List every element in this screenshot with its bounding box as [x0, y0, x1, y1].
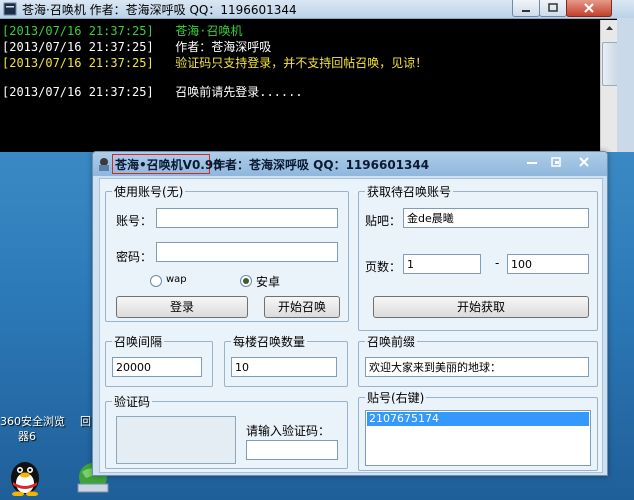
- console-line: [2013/07/16 21:37:25] 召唤前请先登录......: [2, 84, 303, 100]
- desktop-icon-label: 器6: [18, 430, 36, 443]
- username-label: 账号：: [116, 214, 153, 228]
- accounts-listbox[interactable]: 2107675174: [365, 410, 591, 466]
- console-maximize-button[interactable]: [539, 0, 567, 17]
- console-line: [2013/07/16 21:37:25] 作者：苍海深呼吸: [2, 39, 271, 55]
- scroll-up-arrow-icon[interactable]: [601, 20, 618, 36]
- app-logo-icon: [99, 158, 109, 171]
- start-fetch-button[interactable]: 开始获取: [373, 296, 589, 318]
- summon-interval-input[interactable]: 20000: [112, 357, 202, 377]
- console-line-timestamp: [2013/07/16 21:37:25]: [2, 85, 154, 99]
- fetch-accounts-group: 获取待召唤账号 贴吧： 金de晨曦 页数： 1 - 100 开始获取: [358, 183, 598, 331]
- list-item[interactable]: 2107675174: [367, 412, 589, 426]
- console-scroll-thumb[interactable]: [602, 42, 618, 86]
- radio-android-label: 安卓: [256, 275, 281, 289]
- accounts-list-title: 贴号(右键): [365, 389, 427, 406]
- console-line-timestamp: [2013/07/16 21:37:25]: [2, 24, 154, 38]
- close-icon: [584, 3, 594, 13]
- pages-label: 页数：: [365, 260, 402, 274]
- account-group-title: 使用账号(无): [112, 183, 186, 200]
- desktop-icon-label: 回: [80, 415, 91, 428]
- qq-penguin-icon[interactable]: [6, 456, 44, 496]
- login-button[interactable]: 登录: [116, 296, 248, 318]
- per-floor-count-input[interactable]: 10: [231, 357, 337, 377]
- app-title: 苍海•召唤机V0.95: [115, 158, 222, 172]
- tieba-input[interactable]: 金de晨曦: [403, 208, 589, 228]
- summoner-app-window: 苍海•召唤机V0.95 作者：苍海深呼吸 QQ：1196601344 使用账号(…: [92, 151, 608, 476]
- summon-prefix-group: 召唤前缀 欢迎大家来到美丽的地球：: [358, 333, 598, 387]
- summon-prefix-input[interactable]: 欢迎大家来到美丽的地球：: [365, 357, 589, 377]
- console-line-text: 验证码只支持登录，并不支持回帖召唤，见谅！: [175, 56, 428, 70]
- page-from-input[interactable]: 1: [403, 254, 481, 274]
- console-line-text: 召唤前请先登录......: [175, 85, 303, 99]
- fetch-accounts-group-title: 获取待召唤账号: [365, 183, 454, 200]
- captcha-prompt-label: 请输入验证码：: [246, 424, 331, 438]
- tieba-label: 贴吧：: [365, 214, 402, 228]
- username-input[interactable]: [156, 208, 338, 228]
- console-line-text: 苍海·召唤机: [175, 24, 243, 38]
- maximize-icon: [548, 3, 558, 12]
- password-label: 密码：: [116, 250, 153, 264]
- app-client-area: 使用账号(无) 账号： 密码： wap 安卓 登录 开始召唤 获取待召唤账号 贴…: [99, 178, 603, 473]
- summon-prefix-title: 召唤前缀: [365, 333, 418, 350]
- console-minimize-button[interactable]: [512, 0, 540, 17]
- start-summon-button[interactable]: 开始召唤: [264, 296, 340, 318]
- console-window: 苍海·召唤机 作者：苍海深呼吸 QQ：1196601344 [2013/07/1…: [0, 0, 634, 152]
- console-line: [2013/07/16 21:37:25] 验证码只支持登录，并不支持回帖召唤，…: [2, 55, 427, 71]
- console-line-timestamp: [2013/07/16 21:37:25]: [2, 40, 154, 54]
- summon-interval-title: 召唤间隔: [112, 333, 165, 350]
- captcha-group-title: 验证码: [112, 393, 153, 410]
- captcha-group: 验证码 请输入验证码：: [105, 393, 348, 469]
- per-floor-count-title: 每楼召唤数量: [231, 333, 308, 350]
- radio-wap[interactable]: [150, 275, 162, 287]
- app-title-highlight-box: 苍海•召唤机V0.95: [112, 154, 222, 174]
- minimize-icon: [522, 10, 530, 12]
- accounts-list-group: 贴号(右键) 2107675174: [358, 389, 598, 471]
- summon-interval-group: 召唤间隔 20000: [105, 333, 213, 387]
- page-to-input[interactable]: 100: [507, 254, 589, 274]
- radio-wap-label: wap: [166, 274, 187, 285]
- console-scrollbar[interactable]: [600, 20, 618, 152]
- page-range-separator: -: [495, 256, 500, 270]
- app-titlebar[interactable]: 苍海•召唤机V0.95 作者：苍海深呼吸 QQ：1196601344: [93, 152, 607, 176]
- desktop-icon-label: 360安全浏览: [0, 415, 65, 428]
- account-group: 使用账号(无) 账号： 密码： wap 安卓 登录 开始召唤: [105, 183, 349, 322]
- console-close-button[interactable]: [566, 0, 612, 17]
- console-title: 苍海·召唤机 作者：苍海深呼吸 QQ：1196601344: [22, 3, 297, 17]
- captcha-image: [116, 416, 236, 464]
- console-output: [2013/07/16 21:37:25] 苍海·召唤机 [2013/07/16…: [0, 20, 600, 152]
- app-title-author: 作者：苍海深呼吸 QQ：1196601344: [213, 158, 430, 172]
- console-line: [2013/07/16 21:37:25] 苍海·召唤机: [2, 23, 242, 39]
- console-titlebar[interactable]: 苍海·召唤机 作者：苍海深呼吸 QQ：1196601344: [0, 0, 634, 19]
- restore-icon[interactable]: [546, 153, 568, 171]
- per-floor-count-group: 每楼召唤数量 10: [224, 333, 348, 387]
- radio-android[interactable]: [240, 275, 252, 287]
- console-line-text: 作者：苍海深呼吸: [175, 40, 272, 54]
- close-icon[interactable]: [573, 153, 595, 171]
- window-border: [617, 18, 634, 152]
- console-app-icon: [3, 2, 17, 16]
- minimize-icon[interactable]: [521, 153, 543, 171]
- captcha-input[interactable]: [246, 440, 338, 460]
- password-input[interactable]: [156, 242, 338, 262]
- console-line-timestamp: [2013/07/16 21:37:25]: [2, 56, 154, 70]
